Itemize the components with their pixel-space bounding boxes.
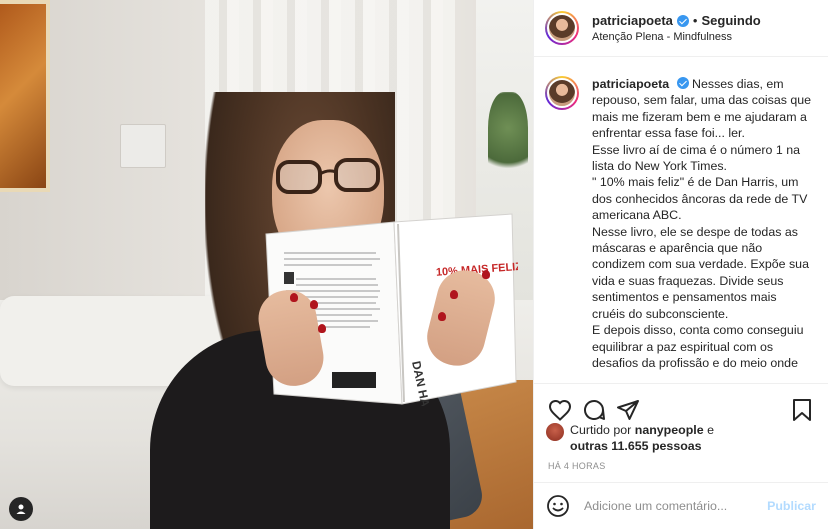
likes-conjunction: e: [707, 423, 714, 437]
location-link[interactable]: Atenção Plena - Mindfulness: [592, 31, 761, 43]
comment-icon[interactable]: [580, 396, 608, 424]
plant: [488, 92, 528, 182]
tagged-users-icon[interactable]: [9, 497, 33, 521]
liker-avatar[interactable]: [546, 423, 564, 441]
publish-button[interactable]: Publicar: [767, 499, 816, 513]
action-bar: [534, 383, 828, 427]
nail: [290, 293, 298, 302]
caption-line: " 10% mais feliz" é de Dan Harris, um do…: [592, 175, 808, 223]
author-username[interactable]: patriciapoeta: [592, 13, 673, 28]
heart-icon[interactable]: [546, 396, 574, 424]
post-side-panel: patriciapoeta • Seguindo Atenção Plena -…: [533, 0, 828, 529]
nail: [310, 300, 318, 309]
caption-line: Nesse livro, ele se despe de todas as má…: [592, 224, 809, 321]
caption-text: patriciapoeta Nesses dias, em repouso, s…: [592, 76, 812, 383]
nail: [450, 290, 458, 299]
author-avatar[interactable]: [545, 11, 579, 45]
nail: [482, 270, 490, 279]
likes-count-link[interactable]: outras 11.655 pessoas: [570, 439, 702, 453]
likes-prefix: Curtido por: [570, 423, 632, 437]
verified-badge-icon: [676, 77, 689, 89]
caption-line: E depois disso, conta como conseguiu equ…: [592, 323, 804, 370]
caption: patriciapoeta Nesses dias, em repouso, s…: [534, 58, 828, 383]
comment-input[interactable]: Adicione um comentário...: [584, 499, 767, 513]
post-header: patriciapoeta • Seguindo Atenção Plena -…: [534, 0, 828, 57]
following-button[interactable]: Seguindo: [701, 13, 760, 28]
comment-box: Adicione um comentário... Publicar: [534, 482, 828, 529]
nail: [438, 312, 446, 321]
bookmark-icon[interactable]: [788, 396, 816, 424]
verified-badge-icon: [676, 14, 689, 27]
caption-line: Esse livro aí de cima é o número 1 na li…: [592, 142, 800, 174]
post-photo[interactable]: 10% MAIS FELIZ DAN HARRIS: [0, 0, 533, 529]
wall-painting: [0, 0, 50, 192]
post-timestamp[interactable]: HÁ 4 HORAS: [548, 461, 606, 471]
eyeglasses: [276, 158, 380, 194]
separator-dot: •: [692, 13, 698, 28]
caption-avatar[interactable]: [545, 76, 579, 110]
light-switch: [120, 124, 166, 168]
liker-username[interactable]: nanypeople: [635, 423, 704, 437]
caption-username[interactable]: patriciapoeta: [592, 77, 669, 91]
likes-summary: Curtido por nanypeople e outras 11.655 p…: [546, 422, 816, 455]
nail: [318, 324, 326, 333]
share-icon[interactable]: [614, 396, 642, 424]
emoji-icon[interactable]: [546, 494, 570, 518]
